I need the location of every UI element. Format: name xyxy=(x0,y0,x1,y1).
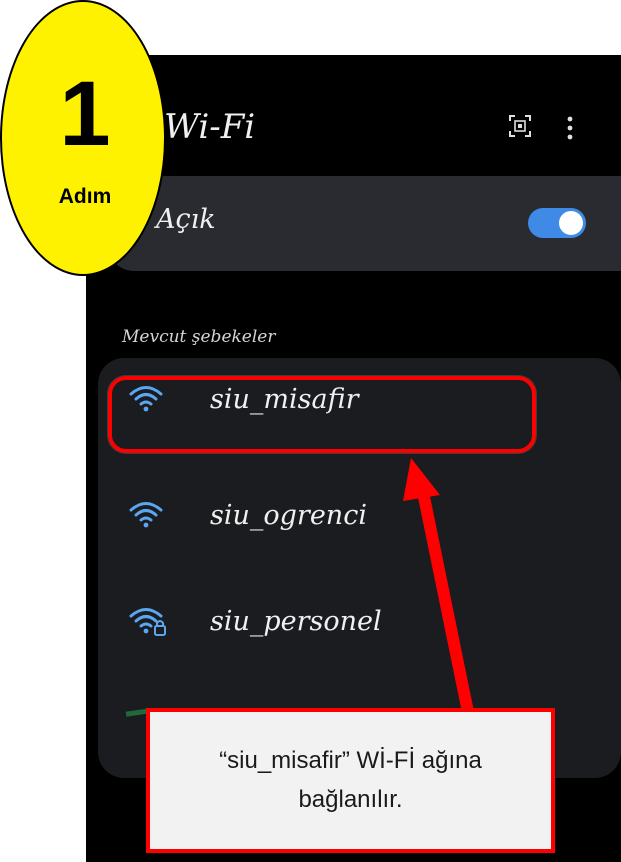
step-badge: 1 Adım xyxy=(0,0,166,276)
instruction-callout: “siu_misafir” Wİ-Fİ ağına bağlanılır. xyxy=(146,708,555,853)
step-label: Adım xyxy=(58,185,112,208)
callout-text: “siu_misafir” Wİ-Fİ ağına bağlanılır. xyxy=(219,747,482,813)
step-number: 1 xyxy=(59,63,111,165)
